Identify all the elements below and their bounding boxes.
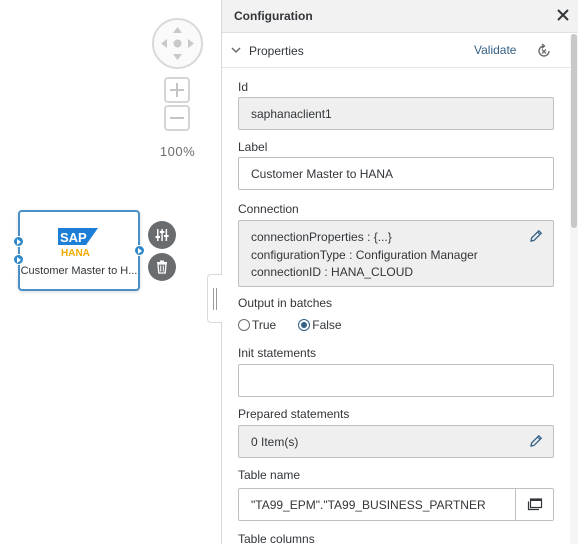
prepared-statements-label: Prepared statements [238,407,350,421]
id-field: saphanaclient1 [238,97,554,130]
node-delete-button[interactable] [148,253,176,281]
init-statements-input[interactable] [238,364,554,397]
svg-text:SAP: SAP [60,230,87,245]
close-icon[interactable] [556,8,570,22]
plus-icon [170,83,184,97]
connection-line: connectionProperties : {...} [251,230,392,244]
sap-hana-logo: SAP HANA [58,228,98,258]
panel-scrollbar-thumb[interactable] [571,34,577,228]
pan-control[interactable] [152,18,203,69]
node-config-button[interactable] [148,221,176,249]
edit-connection-icon[interactable] [529,229,543,243]
table-columns-label: Table columns [238,532,315,544]
batches-radio-group: True False [238,318,364,332]
configuration-panel: Configuration Properties Validate Id sap… [222,0,578,544]
reset-icon[interactable] [536,43,552,59]
batches-label: Output in batches [238,296,333,310]
app-root: 100% SAP HANA Customer Master to H... Co… [0,0,578,544]
operator-node[interactable]: SAP HANA Customer Master to H... [18,210,140,291]
chevron-down-icon[interactable] [231,45,241,55]
node-label: Customer Master to H... [20,265,138,277]
pipeline-canvas[interactable]: 100% SAP HANA Customer Master to H... [0,0,222,544]
radio-false[interactable]: False [298,318,342,332]
init-statements-label: Init statements [238,346,317,360]
zoom-in-button[interactable] [164,77,190,103]
pan-arrows-icon [161,27,194,60]
minus-icon [170,117,184,119]
output-port[interactable] [134,245,145,256]
panel-header: Configuration [222,0,578,33]
section-title: Properties [249,44,304,58]
radio-false-circle[interactable] [298,319,311,331]
prepared-statements-field: 0 Item(s) [238,425,554,458]
input-port-1[interactable] [13,236,24,247]
zoom-out-button[interactable] [164,105,190,131]
id-label: Id [238,80,249,94]
browse-table-button[interactable] [515,488,554,521]
label-label: Label [238,140,268,154]
svg-text:HANA: HANA [61,248,90,258]
browse-icon [527,497,542,510]
table-name-label: Table name [238,468,301,482]
connection-label: Connection [238,202,299,216]
zoom-level: 100% [159,144,196,159]
connection-line: configurationType : Configuration Manage… [251,247,478,262]
label-input[interactable]: Customer Master to HANA [238,157,554,190]
panel-title: Configuration [234,9,313,23]
properties-section-header[interactable]: Properties Validate [222,34,572,68]
input-port-2[interactable] [13,254,24,265]
validate-button[interactable]: Validate [474,43,516,57]
edit-prepared-icon[interactable] [529,434,543,448]
connection-field: connectionProperties : {...} configurati… [238,220,554,287]
radio-true-label: True [252,318,277,332]
radio-false-label: False [312,318,342,332]
radio-true-circle[interactable] [238,319,250,331]
table-name-input[interactable]: "TA99_EPM"."TA99_BUSINESS_PARTNER [238,488,516,521]
trash-icon [157,260,167,274]
connection-line: connectionID : HANA_CLOUD [251,265,414,279]
radio-true[interactable]: True [238,318,276,332]
panel-resize-handle[interactable] [207,274,222,323]
sliders-icon [155,229,169,241]
